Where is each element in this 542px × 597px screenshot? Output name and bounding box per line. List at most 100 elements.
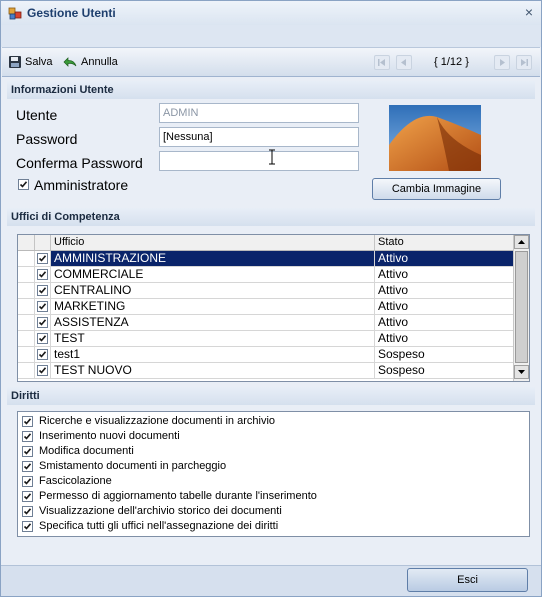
cancel-label: Annulla [81, 56, 118, 68]
office-checkbox[interactable] [37, 365, 48, 376]
office-row[interactable]: CENTRALINO Attivo [18, 283, 514, 299]
office-name-cell[interactable]: CENTRALINO [51, 283, 375, 298]
office-name-cell[interactable]: MARKETING [51, 299, 375, 314]
right-label: Visualizzazione dell'archivio storico de… [39, 505, 282, 517]
user-label: Utente [16, 107, 58, 123]
office-column-header[interactable]: Ufficio [51, 235, 375, 250]
office-status-cell[interactable]: Attivo [375, 299, 514, 314]
row-selector[interactable] [18, 363, 35, 378]
scroll-up-button[interactable] [514, 235, 529, 249]
previous-record-button[interactable] [396, 55, 412, 70]
office-checkbox[interactable] [37, 253, 48, 264]
office-name-cell[interactable]: AMMINISTRAZIONE [51, 251, 375, 266]
checkmark-icon [23, 448, 32, 455]
row-selector[interactable] [18, 251, 35, 266]
office-row[interactable]: COMMERCIALE Attivo [18, 267, 514, 283]
office-check-cell[interactable] [35, 331, 51, 346]
status-column-header[interactable]: Stato [375, 235, 514, 250]
right-checkbox[interactable] [22, 416, 33, 427]
users-app-icon [8, 7, 22, 20]
office-status-cell[interactable]: Attivo [375, 315, 514, 330]
header-strip [1, 25, 541, 47]
checkmark-icon [23, 508, 32, 515]
office-status-cell[interactable]: Attivo [375, 251, 514, 266]
office-name-cell[interactable]: COMMERCIALE [51, 267, 375, 282]
office-check-cell[interactable] [35, 267, 51, 282]
previous-arrow-icon [401, 59, 406, 66]
offices-grid: Ufficio Stato AMMINISTRAZIONE Attivo COMME… [17, 234, 530, 382]
first-record-button[interactable] [374, 55, 390, 70]
change-image-button[interactable]: Cambia Immagine [372, 178, 501, 200]
office-checkbox[interactable] [37, 269, 48, 280]
scroll-down-button[interactable] [514, 365, 529, 379]
office-row[interactable]: MARKETING Attivo [18, 299, 514, 315]
right-checkbox[interactable] [22, 431, 33, 442]
office-checkbox[interactable] [37, 285, 48, 296]
office-status-cell[interactable]: Sospeso [375, 363, 514, 378]
right-checkbox[interactable] [22, 461, 33, 472]
office-row[interactable]: TEST Attivo [18, 331, 514, 347]
office-status-cell[interactable]: Attivo [375, 267, 514, 282]
next-record-button[interactable] [494, 55, 510, 70]
row-selector[interactable] [18, 331, 35, 346]
office-check-cell[interactable] [35, 251, 51, 266]
office-checkbox[interactable] [37, 317, 48, 328]
row-selector[interactable] [18, 267, 35, 282]
last-arrow-icon [521, 59, 528, 66]
office-check-cell[interactable] [35, 299, 51, 314]
select-column-header [35, 235, 51, 250]
password-field[interactable]: [Nessuna] [159, 127, 359, 147]
right-checkbox[interactable] [22, 506, 33, 517]
office-check-cell[interactable] [35, 347, 51, 362]
office-check-cell[interactable] [35, 315, 51, 330]
exit-button[interactable]: Esci [407, 568, 528, 592]
row-selector[interactable] [18, 315, 35, 330]
admin-checkbox[interactable] [18, 179, 29, 190]
office-checkbox[interactable] [37, 349, 48, 360]
scroll-down-arrow-icon [518, 370, 525, 374]
footer-bar: Esci [1, 565, 541, 596]
scroll-up-arrow-icon [518, 240, 525, 244]
title-bar: Gestione Utenti × [1, 1, 541, 26]
right-checkbox[interactable] [22, 491, 33, 502]
right-label: Inserimento nuovi documenti [39, 430, 180, 442]
row-selector[interactable] [18, 299, 35, 314]
last-record-button[interactable] [516, 55, 532, 70]
rights-section-header: Diritti [7, 387, 535, 405]
right-checkbox[interactable] [22, 476, 33, 487]
scroll-thumb[interactable] [515, 251, 528, 363]
cancel-button[interactable]: Annulla [62, 54, 118, 70]
rights-list: Ricerche e visualizzazione documenti in … [17, 411, 530, 537]
office-row[interactable]: test1 Sospeso [18, 347, 514, 363]
close-icon[interactable]: × [525, 4, 533, 20]
right-checkbox[interactable] [22, 521, 33, 532]
check-column-header [18, 235, 35, 250]
office-row[interactable]: TEST NUOVO Sospeso [18, 363, 514, 379]
office-check-cell[interactable] [35, 283, 51, 298]
confirm-password-field[interactable] [159, 151, 359, 171]
gestione-utenti-window: Gestione Utenti × Salva Annulla { 1/12 } [0, 0, 542, 597]
office-status-cell[interactable]: Attivo [375, 331, 514, 346]
row-selector[interactable] [18, 283, 35, 298]
office-checkbox[interactable] [37, 333, 48, 344]
checkmark-icon [23, 433, 32, 440]
right-label: Ricerche e visualizzazione documenti in … [39, 415, 276, 427]
save-button[interactable]: Salva [8, 54, 53, 70]
admin-label: Amministratore [34, 177, 129, 193]
user-avatar-image [389, 105, 481, 171]
office-row[interactable]: AMMINISTRAZIONE Attivo [18, 251, 514, 267]
office-checkbox[interactable] [37, 301, 48, 312]
office-status-cell[interactable]: Attivo [375, 283, 514, 298]
checkmark-icon [23, 493, 32, 500]
offices-scrollbar[interactable] [513, 235, 529, 381]
office-status-cell[interactable]: Sospeso [375, 347, 514, 362]
row-selector[interactable] [18, 347, 35, 362]
office-name-cell[interactable]: TEST NUOVO [51, 363, 375, 378]
office-name-cell[interactable]: TEST [51, 331, 375, 346]
office-name-cell[interactable]: test1 [51, 347, 375, 362]
office-check-cell[interactable] [35, 363, 51, 378]
office-row[interactable]: ASSISTENZA Attivo [18, 315, 514, 331]
right-checkbox[interactable] [22, 446, 33, 457]
office-name-cell[interactable]: ASSISTENZA [51, 315, 375, 330]
user-field[interactable]: ADMIN [159, 103, 359, 123]
